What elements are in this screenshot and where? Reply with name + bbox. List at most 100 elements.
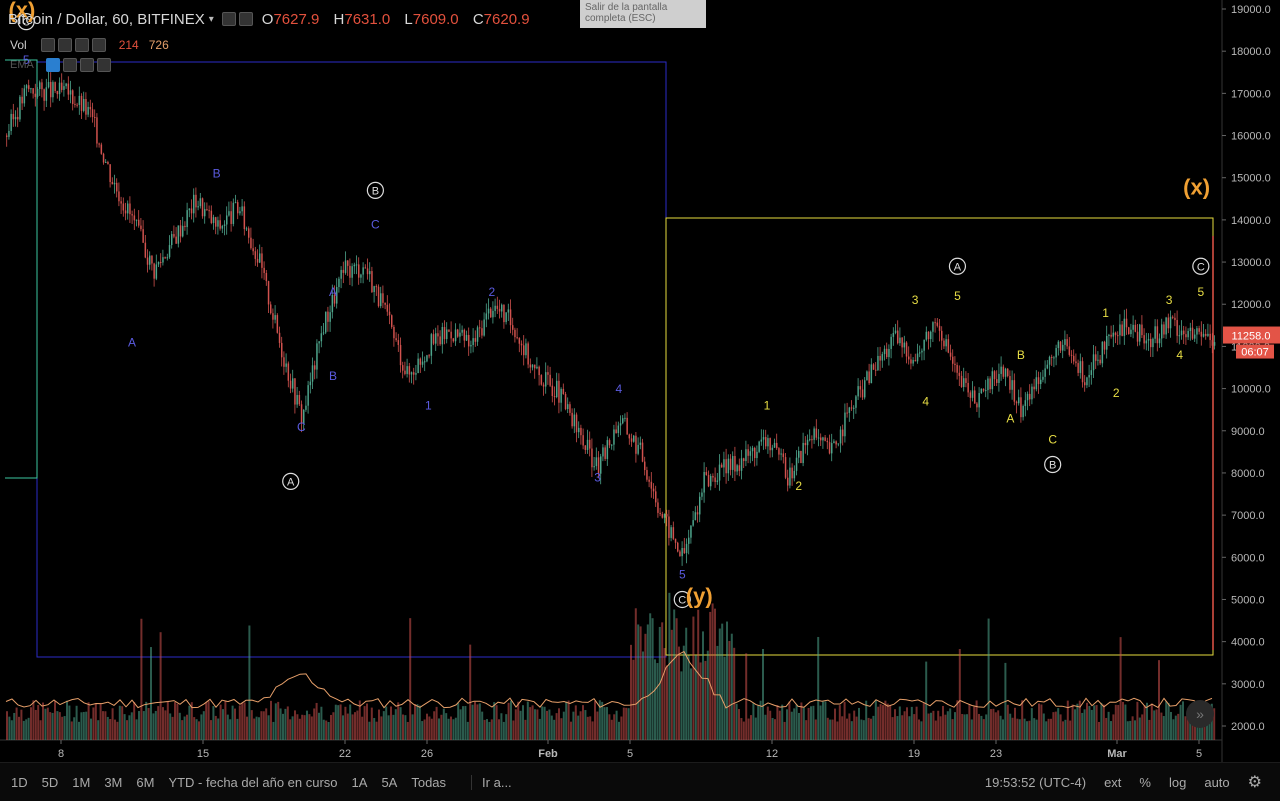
ext-toggle[interactable]: ext [1104, 775, 1121, 790]
volume-label[interactable]: Vol [10, 38, 27, 52]
volume-bar [716, 645, 719, 740]
visibility-icon[interactable] [221, 12, 236, 26]
candle-body [1077, 363, 1079, 373]
volume-bar [140, 618, 143, 740]
wave-label-yellow: 5 [1197, 285, 1204, 299]
volume-bar [783, 721, 786, 740]
candle-body [107, 161, 109, 165]
candle-body [800, 450, 802, 464]
timeframe-5d[interactable]: 5D [42, 775, 59, 790]
candle-body [1163, 324, 1165, 335]
candle-body [633, 435, 635, 442]
volume-bar [390, 706, 392, 740]
volume-bar [831, 719, 834, 740]
gear-icon[interactable]: ⚙ [1248, 772, 1262, 792]
volume-bar [1138, 717, 1141, 740]
volume-bar [812, 705, 815, 740]
volume-bar [870, 718, 872, 740]
plus-icon[interactable] [79, 58, 94, 72]
timeframe-ytd[interactable]: YTD - fecha del año en curso [168, 775, 337, 790]
candle-body [523, 345, 525, 356]
volume-bar [723, 656, 726, 740]
candle-body [853, 407, 855, 409]
ema-label[interactable]: EMA [10, 59, 34, 71]
candle-body [663, 513, 666, 518]
price-chart[interactable]: 19000.018000.017000.016000.015000.014000… [0, 0, 1280, 762]
time-tick-label: 26 [421, 748, 433, 760]
candle-body [470, 344, 472, 347]
timeframe-1m[interactable]: 1M [72, 775, 90, 790]
symbol-title[interactable]: Bitcoin / Dollar, 60, BITFINEX [8, 11, 205, 28]
volume-bar [954, 712, 956, 740]
candle-body [668, 516, 670, 538]
candle-body [261, 253, 263, 268]
volume-bar [817, 636, 820, 740]
candle-body [518, 338, 521, 344]
timeframe-todas[interactable]: Todas [411, 775, 446, 790]
volume-bar [450, 716, 452, 740]
candle-body [971, 390, 974, 398]
close-icon[interactable] [96, 58, 111, 72]
volume-bar [860, 719, 863, 740]
candle-body [1015, 401, 1018, 404]
symbol-dropdown-icon[interactable]: ▾ [209, 14, 214, 25]
volume-bar [279, 708, 282, 740]
candle-body [204, 209, 206, 217]
goto-date-button[interactable]: Ir a... [471, 774, 512, 790]
candle-body [864, 380, 866, 398]
percent-toggle[interactable]: % [1139, 775, 1151, 790]
candle-body [10, 113, 12, 131]
candle-body [855, 396, 857, 408]
candle-body [811, 439, 813, 441]
eye-icon[interactable] [40, 38, 55, 52]
candle-body [435, 333, 437, 344]
volume-bar [306, 710, 308, 740]
timeframe-1a[interactable]: 1A [352, 775, 368, 790]
candle-body [806, 439, 809, 446]
volume-bar [104, 711, 107, 740]
volume-bar [1064, 719, 1067, 740]
close-icon[interactable] [91, 38, 106, 52]
volume-bar [226, 714, 229, 740]
candle-body [839, 429, 842, 444]
candle-body [586, 439, 589, 450]
candle-body [6, 135, 8, 137]
candle-body [954, 363, 956, 366]
log-toggle[interactable]: log [1169, 775, 1186, 790]
timeframe-1d[interactable]: 1D [11, 775, 28, 790]
volume-bar [356, 710, 359, 740]
volume-bar [865, 700, 868, 740]
candle-body [320, 333, 323, 342]
timeframe-5a[interactable]: 5A [381, 775, 397, 790]
settings-small-icon[interactable] [238, 12, 253, 26]
plus-icon[interactable] [74, 38, 89, 52]
candle-body [1147, 338, 1150, 341]
volume-ema-line [5, 650, 1213, 709]
timeframe-3m[interactable]: 3M [104, 775, 122, 790]
degree-label: (y) [686, 584, 713, 609]
scroll-right-icon[interactable]: » [1186, 700, 1214, 728]
candle-body [265, 272, 268, 282]
candle-body [226, 215, 228, 225]
candle-body [923, 339, 925, 351]
candle-body [1180, 330, 1183, 336]
volume-bar [577, 715, 580, 740]
candle-body [894, 330, 897, 333]
volume-bar [462, 706, 464, 740]
volume-bar [639, 626, 642, 740]
close-label: C [472, 10, 484, 28]
wave-label-blue: A [329, 285, 337, 299]
candle-body [868, 371, 870, 384]
auto-toggle[interactable]: auto [1204, 775, 1229, 790]
volume-legend: Vol 214 726 [10, 38, 169, 52]
candle-body [503, 304, 505, 323]
gear-small-icon[interactable] [62, 58, 77, 72]
gear-small-icon[interactable] [57, 38, 72, 52]
eye-icon[interactable] [45, 58, 60, 72]
volume-bar [1114, 704, 1117, 740]
candle-body [1009, 376, 1011, 390]
price-tick-label: 16000.0 [1231, 131, 1271, 143]
timeframe-6m[interactable]: 6M [136, 775, 154, 790]
candle-body [89, 106, 92, 110]
candle-body [1026, 393, 1029, 401]
